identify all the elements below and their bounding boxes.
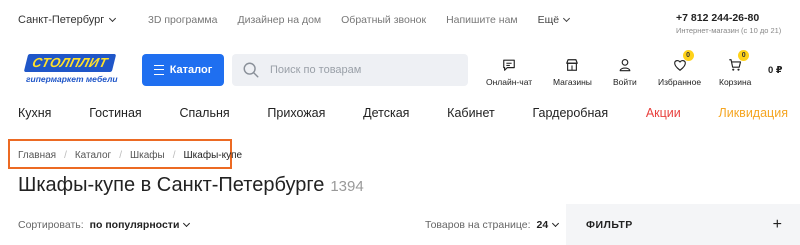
- category-kitchen[interactable]: Кухня: [18, 106, 51, 120]
- logo-wordmark: СТОЛПЛИТ: [23, 54, 117, 72]
- city-label: Санкт-Петербург: [18, 14, 105, 26]
- more-label: Ещё: [537, 14, 560, 26]
- heart-icon: [673, 60, 686, 71]
- top-link-write-us[interactable]: Напишите нам: [446, 14, 518, 26]
- filter-label: ФИЛЬТР: [586, 218, 633, 231]
- breadcrumb-separator: /: [172, 150, 176, 161]
- phone-note: Интернет-магазин (с 10 до 21): [676, 26, 782, 35]
- cart-button[interactable]: 0 Корзина: [719, 50, 752, 87]
- category-living-room[interactable]: Гостиная: [89, 106, 141, 120]
- breadcrumb-separator: /: [119, 150, 122, 161]
- stores-label: Магазины: [553, 77, 592, 87]
- user-icon: [619, 59, 631, 72]
- sort-value: по популярности: [89, 219, 180, 231]
- site-logo[interactable]: СТОЛПЛИТ гипермаркет мебели: [23, 54, 118, 84]
- sort-dropdown[interactable]: по популярности: [89, 219, 191, 231]
- per-page-control: Товаров на странице: 24: [425, 219, 560, 231]
- top-links: 3D программа Дизайнер на дом Обратный зв…: [148, 14, 571, 26]
- favorites-button[interactable]: 0 Избранное: [658, 50, 702, 87]
- per-page-dropdown[interactable]: 24: [536, 219, 560, 231]
- catalog-button-label: Каталог: [169, 64, 213, 76]
- page-title-text: Шкафы-купе в Санкт-Петербурге: [18, 174, 325, 196]
- chevron-down-icon: [563, 14, 571, 23]
- menu-icon: [153, 65, 164, 75]
- breadcrumb-wardrobes[interactable]: Шкафы: [130, 150, 165, 161]
- category-liquidation[interactable]: Ликвидация: [719, 106, 788, 120]
- store-icon: [566, 59, 579, 71]
- top-link-more[interactable]: Ещё: [537, 14, 571, 26]
- stores-button[interactable]: Магазины: [553, 58, 592, 87]
- sort-label: Сортировать:: [18, 219, 84, 231]
- filter-toggle[interactable]: ФИЛЬТР +: [566, 204, 800, 245]
- online-chat-button[interactable]: Онлайн-чат: [486, 58, 532, 87]
- page-title: Шкафы-купе в Санкт-Петербурге 1394: [18, 174, 364, 197]
- search-input[interactable]: [268, 63, 462, 77]
- breadcrumb-separator: /: [64, 150, 67, 161]
- top-link-designer[interactable]: Дизайнер на дом: [238, 14, 322, 26]
- category-nav: Кухня Гостиная Спальня Прихожая Детская …: [18, 106, 788, 120]
- category-kids[interactable]: Детская: [363, 106, 409, 120]
- breadcrumb: Главная / Каталог / Шкафы / Шкафы-купе: [18, 150, 242, 161]
- sort-control: Сортировать: по популярности: [18, 219, 191, 231]
- cart-count-badge: 0: [738, 50, 750, 61]
- category-hallway[interactable]: Прихожая: [267, 106, 325, 120]
- plus-icon: +: [772, 215, 782, 233]
- chevron-down-icon: [183, 219, 191, 228]
- favorites-label: Избранное: [658, 77, 702, 87]
- chat-icon: [503, 59, 515, 71]
- chevron-down-icon: [109, 14, 117, 23]
- search-icon[interactable]: [242, 61, 260, 79]
- favorites-count-badge: 0: [682, 50, 694, 61]
- search-bar: [232, 54, 468, 86]
- cart-label: Корзина: [719, 77, 752, 87]
- breadcrumb-current: Шкафы-купе: [183, 150, 243, 161]
- product-count: 1394: [330, 178, 364, 195]
- online-chat-label: Онлайн-чат: [486, 77, 533, 87]
- catalog-button[interactable]: Каталог: [142, 54, 224, 86]
- breadcrumb-home[interactable]: Главная: [18, 150, 56, 161]
- per-page-label: Товаров на странице:: [425, 219, 531, 231]
- top-link-3d[interactable]: 3D программа: [148, 14, 218, 26]
- city-selector[interactable]: Санкт-Петербург: [18, 14, 117, 26]
- chevron-down-icon: [552, 219, 560, 228]
- category-wardrobe-room[interactable]: Гардеробная: [532, 106, 608, 120]
- top-link-callback[interactable]: Обратный звонок: [341, 14, 426, 26]
- cart-total: 0 ₽: [768, 65, 783, 76]
- phone-number[interactable]: +7 812 244-26-80: [676, 12, 759, 24]
- breadcrumb-catalog[interactable]: Каталог: [75, 150, 111, 161]
- login-button[interactable]: Войти: [613, 58, 637, 87]
- per-page-value: 24: [536, 219, 549, 231]
- category-promotions[interactable]: Акции: [646, 106, 681, 120]
- login-label: Войти: [613, 77, 637, 87]
- category-bedroom[interactable]: Спальня: [179, 106, 229, 120]
- category-office[interactable]: Кабинет: [447, 106, 495, 120]
- logo-tagline: гипермаркет мебели: [26, 74, 118, 84]
